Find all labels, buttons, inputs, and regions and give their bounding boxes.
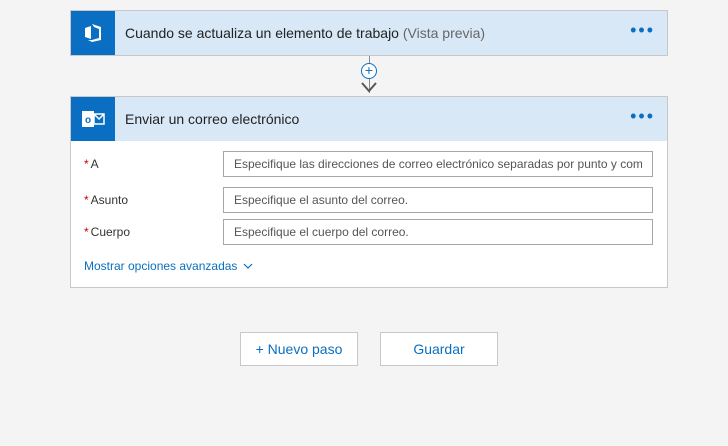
show-advanced-options-label: Mostrar opciones avanzadas (84, 259, 238, 273)
required-marker: * (84, 193, 89, 207)
field-row-body: * Cuerpo (84, 218, 654, 246)
trigger-title: Cuando se actualiza un elemento de traba… (125, 25, 485, 41)
trigger-title-suffix: (Vista previa) (402, 25, 486, 41)
field-label-to-text: A (90, 157, 99, 171)
action-more-icon[interactable]: ••• (630, 107, 655, 125)
trigger-header[interactable]: Cuando se actualiza un elemento de traba… (71, 11, 667, 55)
field-label-body-text: Cuerpo (90, 225, 131, 239)
field-row-to: * A (84, 150, 654, 178)
save-button[interactable]: Guardar (380, 332, 498, 366)
action-card[interactable]: o Enviar un correo electrónico ••• *A *A… (70, 96, 668, 288)
chevron-down-icon (243, 263, 253, 269)
field-label-subject-text: Asunto (90, 193, 129, 207)
vsts-icon (71, 11, 115, 55)
new-step-button[interactable]: + Nuevo paso (240, 332, 358, 366)
field-row-subject: * Asunto (84, 186, 654, 214)
body-input[interactable] (223, 219, 653, 245)
arrow-down-icon (361, 82, 377, 93)
svg-text:o: o (85, 115, 91, 126)
trigger-more-icon[interactable]: ••• (630, 21, 655, 39)
outlook-icon: o (71, 97, 115, 141)
required-marker: * (84, 225, 89, 239)
action-title: Enviar un correo electrónico (125, 111, 300, 127)
show-advanced-options-link[interactable]: Mostrar opciones avanzadas (84, 259, 253, 273)
field-label-subject: * Asunto (84, 193, 223, 207)
field-label-body: * Cuerpo (84, 225, 223, 239)
action-header[interactable]: o Enviar un correo electrónico ••• (71, 97, 667, 141)
required-marker: * (84, 157, 89, 171)
subject-input[interactable] (223, 187, 653, 213)
trigger-title-text: Cuando se actualiza un elemento de traba… (125, 25, 399, 41)
trigger-card[interactable]: Cuando se actualiza un elemento de traba… (70, 10, 668, 56)
to-input[interactable] (223, 151, 653, 177)
field-label-to: * A (84, 157, 223, 171)
add-step-plus-icon[interactable]: + (361, 63, 377, 79)
